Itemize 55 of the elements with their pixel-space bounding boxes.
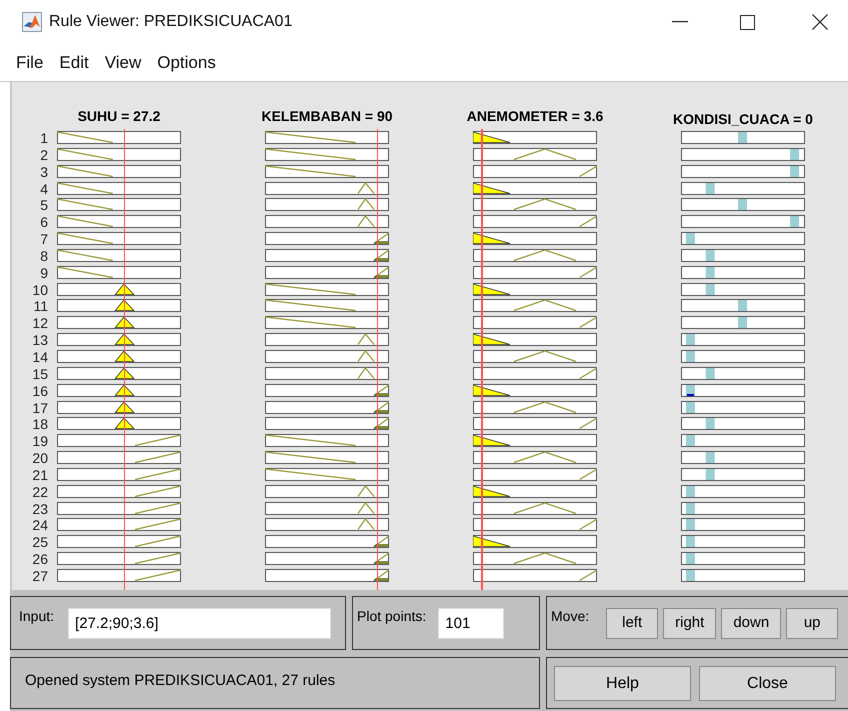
rule-number: 1 xyxy=(39,132,48,145)
rule-number: 22 xyxy=(31,486,48,499)
input-value-line[interactable] xyxy=(376,129,378,590)
rule-number: 8 xyxy=(39,250,48,263)
plot-points-label: Plot points: xyxy=(357,607,426,626)
maximize-icon[interactable] xyxy=(740,14,755,30)
rule-number: 7 xyxy=(39,233,48,246)
menu-item[interactable]: File xyxy=(16,50,44,76)
rule-number: 23 xyxy=(31,502,48,516)
variable-title: KELEMBABAN = 90 xyxy=(261,108,393,124)
move-button[interactable]: left xyxy=(606,608,658,639)
rule-number: 5 xyxy=(39,199,48,212)
rule-number: 24 xyxy=(31,519,48,532)
rule-number: 12 xyxy=(31,317,48,330)
rule-number: 27 xyxy=(31,570,48,583)
minimize-icon[interactable] xyxy=(672,21,688,23)
plot-points-field[interactable]: 101 xyxy=(438,608,504,639)
rule-number: 9 xyxy=(39,266,48,280)
rule-number: 13 xyxy=(31,334,48,348)
dialog-button[interactable]: Close xyxy=(699,666,836,701)
input-label: Input: xyxy=(19,607,54,626)
input-field[interactable]: [27.2;90;3.6] xyxy=(68,608,332,639)
rule-number: 10 xyxy=(31,284,48,297)
rule-number: 18 xyxy=(31,418,48,432)
rule-number: 6 xyxy=(39,216,48,230)
rule-number: 20 xyxy=(31,452,48,466)
move-button[interactable]: up xyxy=(786,608,838,639)
rule-number: 16 xyxy=(31,384,48,398)
menu-item[interactable]: Edit xyxy=(59,50,89,76)
rule-number: 26 xyxy=(31,553,48,566)
menu-item[interactable]: Options xyxy=(157,50,216,76)
close-icon[interactable] xyxy=(812,14,828,30)
window-title: Rule Viewer: PREDIKSICUACA01 xyxy=(49,12,292,32)
move-button[interactable]: right xyxy=(663,608,716,639)
rule-number: 21 xyxy=(31,468,48,482)
dialog-button[interactable]: Help xyxy=(554,666,691,701)
rule-number: 14 xyxy=(31,350,48,364)
variable-title: ANEMOMETER = 3.6 xyxy=(466,108,604,124)
move-button[interactable]: down xyxy=(721,608,782,639)
rule-number: 25 xyxy=(31,536,48,550)
app-logo-icon xyxy=(22,12,42,32)
rule-number: 2 xyxy=(39,148,48,162)
input-value-line[interactable] xyxy=(124,129,126,590)
status-message: Opened system PREDIKSICUACA01, 27 rules xyxy=(25,672,336,689)
rule-number: 3 xyxy=(39,166,48,179)
variable-title: KONDISI_CUACA = 0 xyxy=(673,111,813,127)
rule-number: 17 xyxy=(31,402,48,414)
rule-number: 11 xyxy=(32,300,48,314)
menu-item[interactable]: View xyxy=(104,50,142,76)
input-value-line[interactable] xyxy=(481,129,483,590)
variable-title: SUHU = 27.2 xyxy=(78,108,160,124)
rule-number: 19 xyxy=(31,435,48,448)
rule-number: 4 xyxy=(39,182,48,196)
move-label: Move: xyxy=(551,607,590,626)
rule-number: 15 xyxy=(31,368,48,381)
